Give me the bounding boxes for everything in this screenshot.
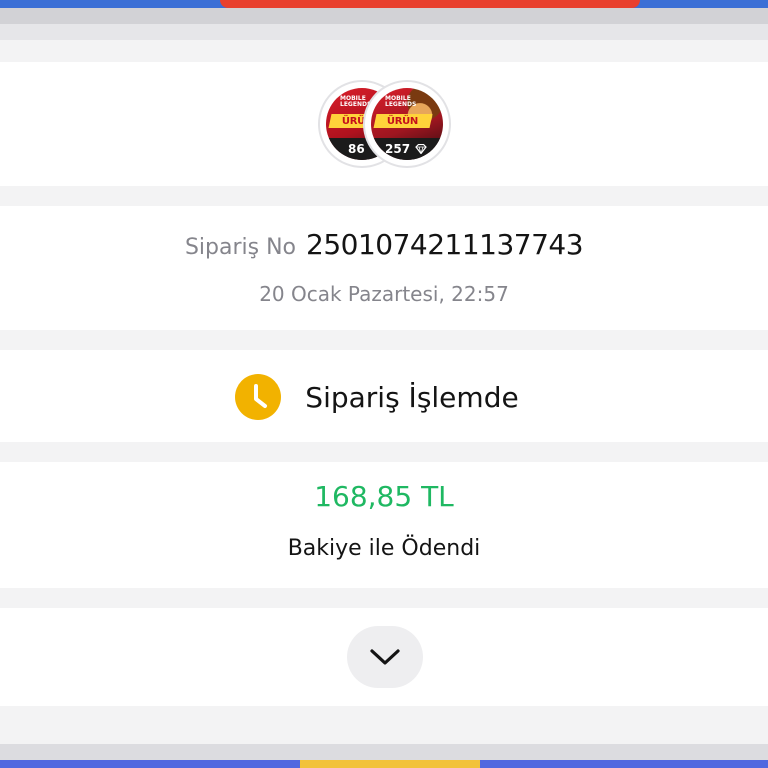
order-number-row: Sipariş No 2501074211137743 <box>0 228 768 261</box>
product-banner: ÜRÜN <box>373 114 433 128</box>
order-status-row: Sipariş İşlemde <box>0 374 768 420</box>
bottom-banner-edge <box>0 760 768 768</box>
diamond-icon <box>415 144 427 154</box>
order-number-label: Sipariş No <box>184 235 297 260</box>
product-quantity: 86 <box>348 142 365 156</box>
top-divider <box>0 8 768 24</box>
product-brand: MOBILE LEGENDS <box>385 95 417 108</box>
order-status-text: Sipariş İşlemde <box>305 380 519 414</box>
top-divider-light <box>0 24 768 40</box>
order-date: 20 Ocak Pazartesi, 22:57 <box>259 282 509 306</box>
product-thumbnail[interactable]: MOBILE LEGENDS ÜRÜN 257 <box>363 80 451 168</box>
order-number[interactable]: 2501074211137743 <box>306 228 584 261</box>
bottom-divider <box>0 744 768 760</box>
order-status-card: Sipariş İşlemde <box>0 350 768 442</box>
top-banner-edge <box>0 0 768 8</box>
product-image: MOBILE LEGENDS ÜRÜN 257 <box>371 88 443 160</box>
chevron-down-icon <box>370 649 400 665</box>
payment-amount: 168,85 TL <box>314 480 454 513</box>
order-info-card: Sipariş No 2501074211137743 20 Ocak Pazar… <box>0 206 768 330</box>
payment-method: Bakiye ile Ödendi <box>287 536 481 561</box>
expand-details-button[interactable] <box>347 626 423 688</box>
product-quantity: 257 <box>385 142 411 156</box>
payment-card: 168,85 TL Bakiye ile Ödendi <box>0 462 768 588</box>
products-card: MOBILE LEGENDS ÜRÜN 86 MOBILE LEGENDS ÜR… <box>0 62 768 186</box>
expand-card <box>0 608 768 706</box>
clock-icon <box>235 374 282 420</box>
